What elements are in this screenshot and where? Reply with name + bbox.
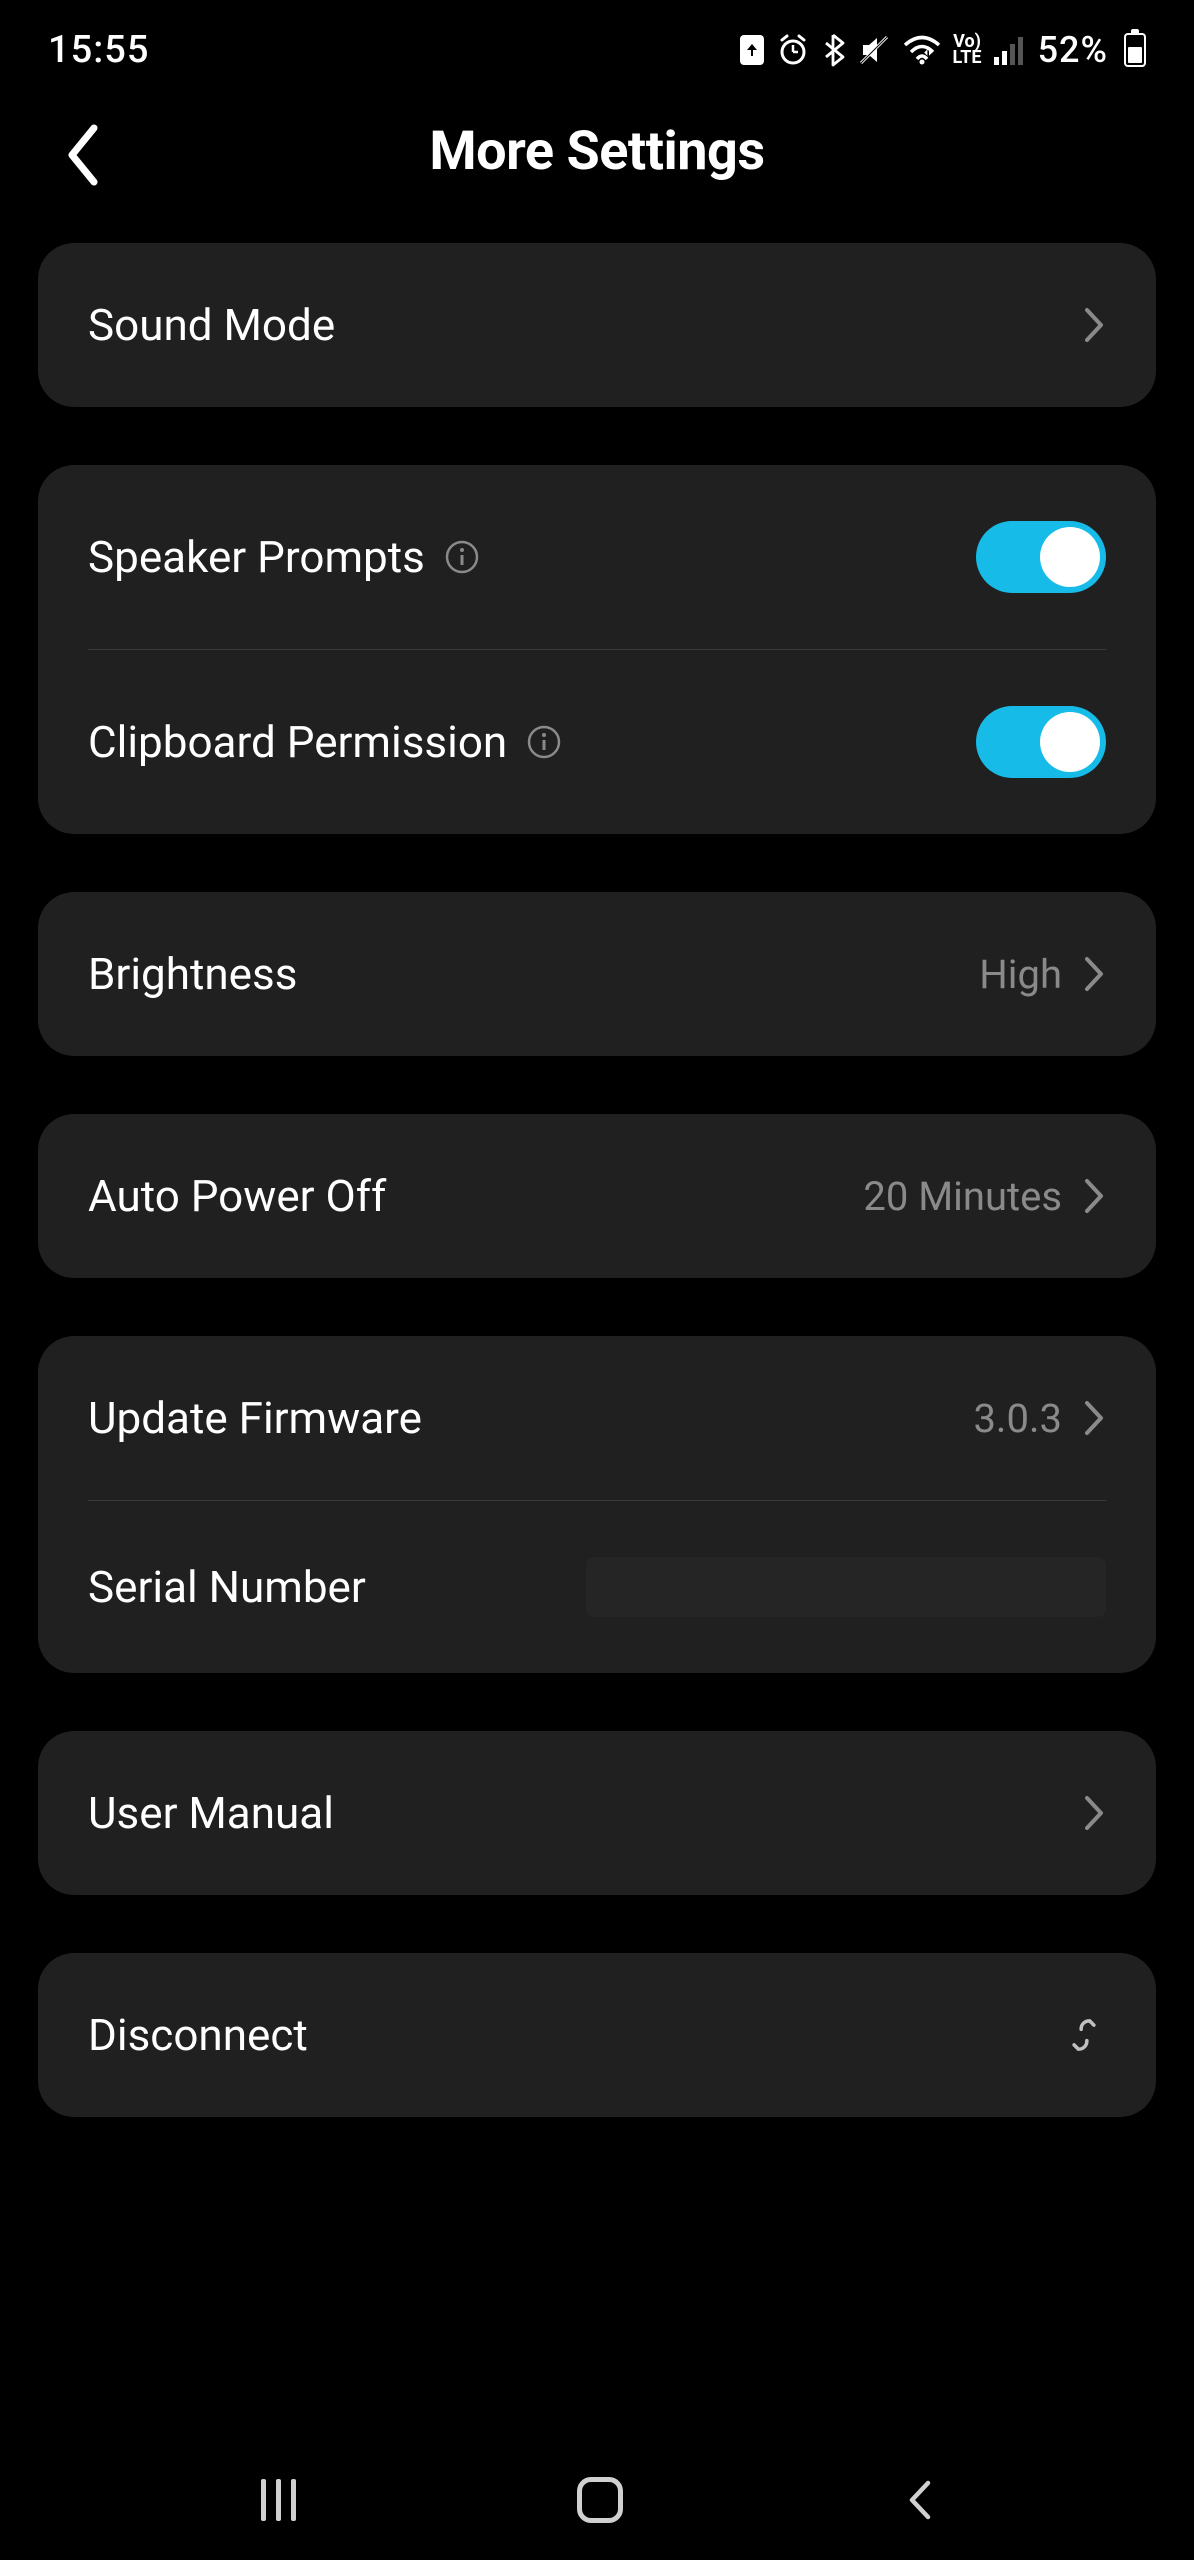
serial-number-label: Serial Number [88,1561,366,1613]
settings-content: Sound Mode Speaker Prompts Clipboard Per… [0,243,1194,2117]
alarm-icon [777,34,809,66]
mute-icon [857,33,891,67]
speaker-prompts-label: Speaker Prompts [88,531,479,583]
row-user-manual[interactable]: User Manual [38,1731,1156,1895]
update-firmware-value-wrap: 3.0.3 [973,1395,1106,1442]
brightness-value: High [979,951,1062,998]
back-button[interactable] [62,120,102,194]
chevron-right-icon [1082,954,1106,994]
chevron-right-icon [1082,1176,1106,1216]
clipboard-permission-label: Clipboard Permission [88,716,561,768]
bluetooth-icon [821,33,845,67]
row-speaker-prompts: Speaker Prompts [38,465,1156,649]
brightness-label: Brightness [88,948,297,1000]
update-firmware-value: 3.0.3 [973,1395,1062,1442]
serial-number-value [586,1557,1106,1617]
auto-power-off-value: 20 Minutes [863,1173,1062,1220]
battery-percent: 52% [1038,29,1108,71]
system-navbar [0,2440,1194,2560]
card-auto-power-off: Auto Power Off 20 Minutes [38,1114,1156,1278]
sound-mode-label: Sound Mode [88,299,335,351]
clipboard-permission-toggle[interactable] [976,706,1106,778]
row-update-firmware[interactable]: Update Firmware 3.0.3 [38,1336,1156,1500]
chevron-right-icon [1082,305,1106,345]
card-disconnect: Disconnect [38,1953,1156,2117]
card-icon [739,34,765,66]
signal-icon [994,35,1026,65]
card-device-info: Update Firmware 3.0.3 Serial Number [38,1336,1156,1673]
info-icon[interactable] [527,725,561,759]
wifi-icon [903,35,941,65]
nav-recents-button[interactable] [261,2479,296,2521]
nav-back-button[interactable] [904,2477,934,2523]
card-sound: Sound Mode [38,243,1156,407]
speaker-prompts-toggle[interactable] [976,521,1106,593]
status-bar: 15:55 Vo)LTE 52% [0,0,1194,90]
battery-icon [1124,33,1146,67]
card-user-manual: User Manual [38,1731,1156,1895]
info-icon[interactable] [445,540,479,574]
page-title: More Settings [48,120,1146,183]
user-manual-label: User Manual [88,1787,334,1839]
chevron-left-icon [62,120,102,190]
volte-icon: Vo)LTE [953,34,982,66]
auto-power-off-value-wrap: 20 Minutes [863,1173,1106,1220]
row-disconnect[interactable]: Disconnect [38,1953,1156,2117]
card-toggles: Speaker Prompts Clipboard Permission [38,465,1156,834]
status-time: 15:55 [48,28,149,72]
row-brightness[interactable]: Brightness High [38,892,1156,1056]
update-firmware-label: Update Firmware [88,1392,422,1444]
chevron-right-icon [1082,1793,1106,1833]
row-clipboard-permission: Clipboard Permission [38,650,1156,834]
header: More Settings [0,90,1194,243]
chevron-right-icon [1082,1398,1106,1438]
row-serial-number: Serial Number [38,1501,1156,1673]
disconnect-label: Disconnect [88,2009,308,2061]
unlink-icon [1062,2013,1106,2057]
auto-power-off-label: Auto Power Off [88,1170,386,1222]
status-icons: Vo)LTE 52% [739,29,1146,71]
card-brightness: Brightness High [38,892,1156,1056]
brightness-value-wrap: High [979,951,1106,998]
nav-home-button[interactable] [577,2477,623,2523]
clipboard-permission-text: Clipboard Permission [88,716,507,768]
row-auto-power-off[interactable]: Auto Power Off 20 Minutes [38,1114,1156,1278]
row-sound-mode[interactable]: Sound Mode [38,243,1156,407]
speaker-prompts-text: Speaker Prompts [88,531,425,583]
